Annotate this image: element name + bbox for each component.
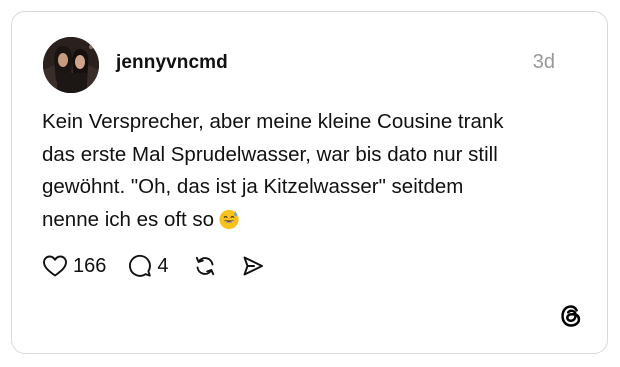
send-icon (243, 256, 263, 276)
speech-bubble-icon (129, 254, 152, 277)
share-button[interactable] (241, 254, 265, 278)
post-text-last-line: nenne ich es oft so (42, 204, 562, 237)
like-button[interactable]: 166 (42, 254, 106, 278)
post-timestamp: 3d (532, 51, 555, 73)
username[interactable]: jennyvncmd (116, 52, 228, 74)
threads-logo-icon[interactable] (558, 303, 584, 329)
repost-arrows-icon (195, 256, 214, 276)
post-text-line: das erste Mal Sprudelwasser, war bis dat… (42, 142, 498, 166)
reply-button[interactable]: 4 (128, 254, 169, 278)
post-text-line: nenne ich es oft so (42, 207, 215, 231)
post-text-line: gewöhnt. "Oh, das ist ja Kitzelwasser" s… (42, 175, 464, 198)
reply-count: 4 (157, 254, 169, 277)
post-actions: 166 4 (42, 252, 265, 280)
avatar-photo (43, 37, 99, 93)
post-text: Kein Versprecher, aber meine kleine Cous… (42, 106, 562, 236)
heart-icon (43, 255, 67, 277)
avatar[interactable] (43, 37, 99, 93)
repost-button[interactable] (193, 254, 217, 278)
post-card: jennyvncmd 3d Kein Versprecher, aber mei… (11, 11, 608, 354)
like-count: 166 (73, 254, 107, 277)
grinning-face-with-sweat-icon (219, 209, 239, 229)
post-text-line: Kein Versprecher, aber meine kleine Cous… (42, 110, 504, 133)
